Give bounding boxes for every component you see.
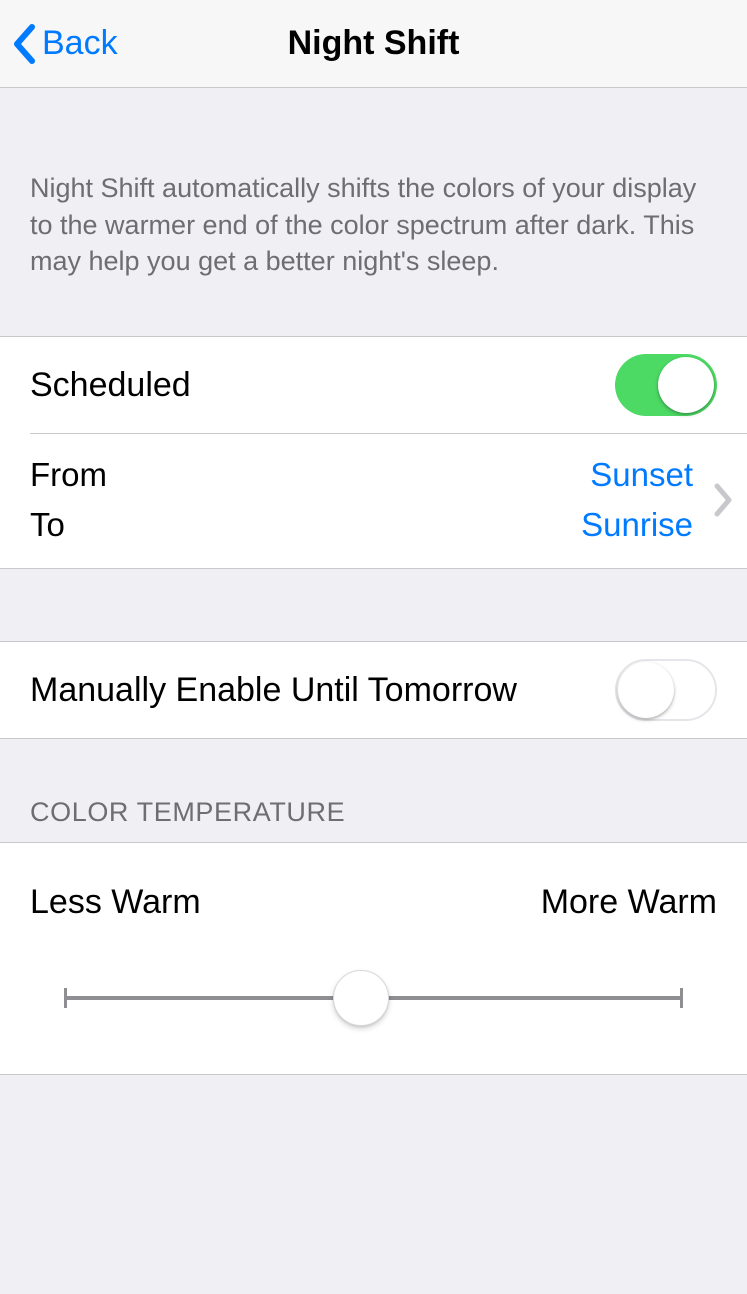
schedule-from-to-labels: From To	[30, 456, 107, 544]
chevron-right-icon	[713, 483, 733, 517]
schedule-time-row[interactable]: From To Sunset Sunrise	[0, 434, 747, 568]
less-warm-label: Less Warm	[30, 883, 201, 922]
color-temperature-header: COLOR TEMPERATURE	[0, 739, 747, 842]
chevron-left-icon	[12, 24, 36, 64]
temperature-slider[interactable]	[30, 970, 717, 1026]
slider-thumb[interactable]	[333, 970, 389, 1026]
manual-enable-label: Manually Enable Until Tomorrow	[30, 671, 517, 710]
slider-end-left	[64, 988, 67, 1008]
manual-enable-toggle[interactable]	[615, 659, 717, 721]
manual-enable-row: Manually Enable Until Tomorrow	[0, 642, 747, 738]
manual-enable-group: Manually Enable Until Tomorrow	[0, 641, 747, 739]
to-value: Sunrise	[581, 506, 693, 544]
toggle-knob	[618, 662, 674, 718]
back-label: Back	[42, 24, 118, 63]
from-value: Sunset	[590, 456, 693, 494]
slider-end-right	[680, 988, 683, 1008]
temperature-labels: Less Warm More Warm	[30, 883, 717, 922]
scheduled-group: Scheduled From To Sunset Sunrise	[0, 336, 747, 569]
scheduled-label: Scheduled	[30, 366, 191, 405]
to-label: To	[30, 506, 107, 544]
schedule-values: Sunset Sunrise	[581, 456, 693, 544]
from-label: From	[30, 456, 107, 494]
scheduled-toggle[interactable]	[615, 354, 717, 416]
scheduled-row: Scheduled	[0, 337, 747, 433]
description-text: Night Shift automatically shifts the col…	[0, 88, 747, 336]
toggle-knob	[658, 357, 714, 413]
more-warm-label: More Warm	[541, 883, 717, 922]
color-temperature-group: Less Warm More Warm	[0, 842, 747, 1075]
back-button[interactable]: Back	[0, 24, 118, 64]
nav-bar: Back Night Shift	[0, 0, 747, 88]
